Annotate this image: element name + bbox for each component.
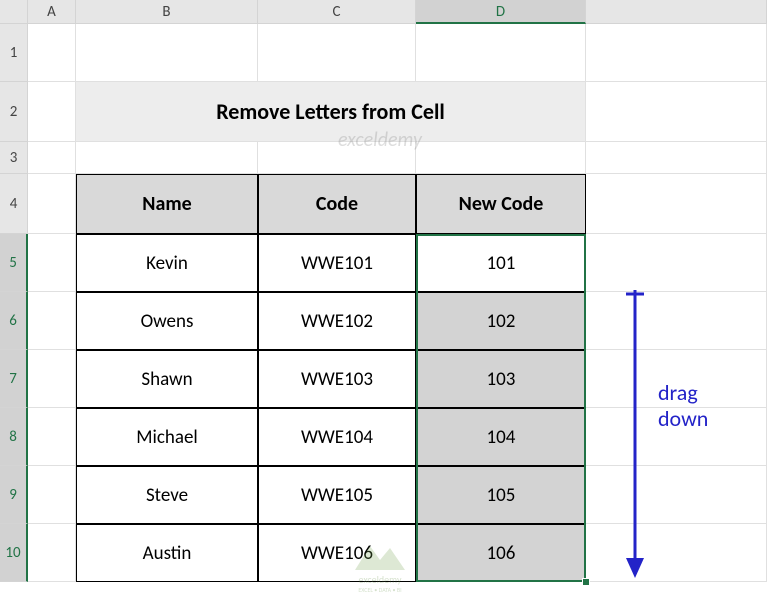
- cell-a5[interactable]: [28, 234, 76, 292]
- row-header-6[interactable]: 6: [0, 292, 28, 350]
- cell-a9[interactable]: [28, 466, 76, 524]
- table-header-code[interactable]: Code: [258, 174, 416, 234]
- table-row[interactable]: Kevin: [76, 234, 258, 292]
- table-row[interactable]: Owens: [76, 292, 258, 350]
- row-header-5[interactable]: 5: [0, 234, 28, 292]
- table-header-newcode[interactable]: New Code: [416, 174, 586, 234]
- table-header-name[interactable]: Name: [76, 174, 258, 234]
- select-all-corner[interactable]: [0, 0, 28, 24]
- table-row[interactable]: 106: [416, 524, 586, 582]
- cell-e8[interactable]: [586, 408, 767, 466]
- cell-d3[interactable]: [416, 142, 586, 174]
- cell-a10[interactable]: [28, 524, 76, 582]
- cell-e3[interactable]: [586, 142, 767, 174]
- table-row[interactable]: Austin: [76, 524, 258, 582]
- row-header-8[interactable]: 8: [0, 408, 28, 466]
- table-row[interactable]: 101: [416, 234, 586, 292]
- table-row[interactable]: WWE104: [258, 408, 416, 466]
- cell-a3[interactable]: [28, 142, 76, 174]
- row-header-4[interactable]: 4: [0, 174, 28, 234]
- cell-e1[interactable]: [586, 24, 767, 82]
- cell-c3[interactable]: [258, 142, 416, 174]
- cell-e2[interactable]: [586, 82, 767, 142]
- cell-a8[interactable]: [28, 408, 76, 466]
- table-row[interactable]: Steve: [76, 466, 258, 524]
- cell-e6[interactable]: [586, 292, 767, 350]
- cell-e9[interactable]: [586, 466, 767, 524]
- table-row[interactable]: Michael: [76, 408, 258, 466]
- table-row[interactable]: Shawn: [76, 350, 258, 408]
- cell-a6[interactable]: [28, 292, 76, 350]
- table-row[interactable]: 104: [416, 408, 586, 466]
- row-header-1[interactable]: 1: [0, 24, 28, 82]
- table-row[interactable]: WWE101: [258, 234, 416, 292]
- cell-a2[interactable]: [28, 82, 76, 142]
- table-row[interactable]: WWE103: [258, 350, 416, 408]
- col-header-a[interactable]: A: [28, 0, 76, 24]
- row-header-3[interactable]: 3: [0, 142, 28, 174]
- row-header-7[interactable]: 7: [0, 350, 28, 408]
- col-header-c[interactable]: C: [258, 0, 416, 24]
- col-header-b[interactable]: B: [76, 0, 258, 24]
- col-header-d[interactable]: D: [416, 0, 586, 24]
- cell-b3[interactable]: [76, 142, 258, 174]
- cell-a7[interactable]: [28, 350, 76, 408]
- row-header-2[interactable]: 2: [0, 82, 28, 142]
- row-header-10[interactable]: 10: [0, 524, 28, 582]
- table-row[interactable]: WWE106: [258, 524, 416, 582]
- cell-c1[interactable]: [258, 24, 416, 82]
- row-header-9[interactable]: 9: [0, 466, 28, 524]
- cell-d1[interactable]: [416, 24, 586, 82]
- col-header-blank: [586, 0, 767, 24]
- cell-a1[interactable]: [28, 24, 76, 82]
- cell-e10[interactable]: [586, 524, 767, 582]
- cell-b1[interactable]: [76, 24, 258, 82]
- spreadsheet-grid: A B C D 1 2 Remove Letters from Cell 3 4…: [0, 0, 767, 582]
- title-cell[interactable]: Remove Letters from Cell: [76, 82, 586, 142]
- cell-a4[interactable]: [28, 174, 76, 234]
- table-row[interactable]: 103: [416, 350, 586, 408]
- table-row[interactable]: 105: [416, 466, 586, 524]
- fill-handle[interactable]: [582, 578, 590, 586]
- table-row[interactable]: 102: [416, 292, 586, 350]
- cell-e7[interactable]: [586, 350, 767, 408]
- cell-e5[interactable]: [586, 234, 767, 292]
- table-row[interactable]: WWE105: [258, 466, 416, 524]
- cell-e4[interactable]: [586, 174, 767, 234]
- table-row[interactable]: WWE102: [258, 292, 416, 350]
